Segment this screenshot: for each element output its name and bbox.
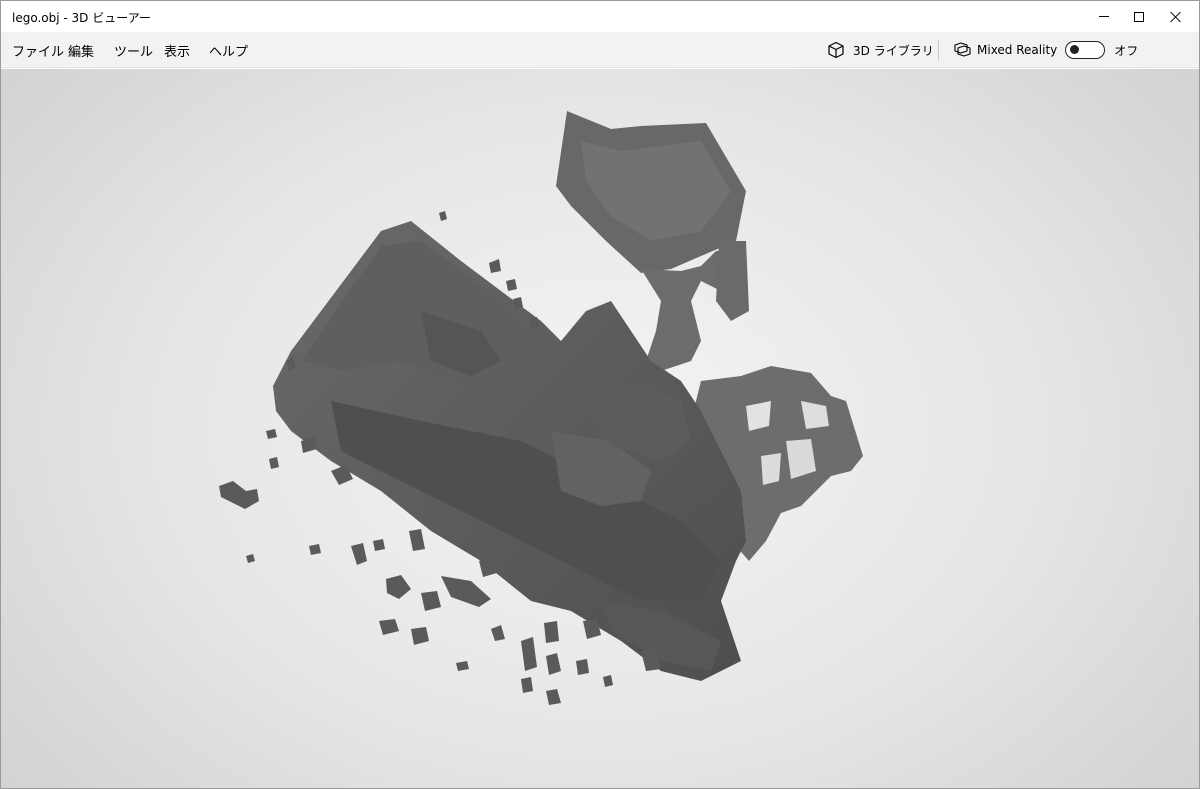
title-bar[interactable]: lego.obj - 3D ビューアー [1, 1, 1199, 32]
3d-library-label: 3D ライブラリ [853, 43, 934, 58]
menu-view[interactable]: 表示 [164, 41, 190, 60]
app-window: lego.obj - 3D ビューアー ファイル 編集 ツール 表示 ヘルプ 3… [0, 0, 1200, 789]
menu-help[interactable]: ヘルプ [209, 41, 248, 60]
model-main-body [273, 111, 863, 681]
3d-model-render [219, 111, 863, 705]
close-button[interactable] [1153, 1, 1199, 32]
mixed-reality-group: Mixed Reality オフ [953, 39, 1138, 61]
menu-edit[interactable]: 編集 [68, 41, 94, 60]
menu-file[interactable]: ファイル [12, 41, 64, 60]
toggle-knob [1070, 45, 1080, 54]
close-icon [1170, 11, 1182, 23]
mixed-reality-icon [954, 42, 971, 57]
toolbar-separator [938, 40, 939, 60]
mixed-reality-toggle[interactable] [1065, 41, 1106, 59]
mixed-reality-state: オフ [1114, 43, 1139, 58]
command-bar: ファイル 編集 ツール 表示 ヘルプ 3D ライブラリ Mixed Realit… [1, 32, 1199, 68]
minimize-icon [1099, 16, 1109, 17]
window-title: lego.obj - 3D ビューアー [12, 11, 152, 25]
maximize-icon [1134, 11, 1144, 22]
cube-outline-icon [828, 41, 844, 59]
3d-viewport[interactable] [1, 69, 1199, 788]
mixed-reality-label: Mixed Reality [977, 43, 1058, 57]
menu-tools[interactable]: ツール [114, 41, 153, 60]
3d-library-button[interactable]: 3D ライブラリ [827, 39, 934, 61]
